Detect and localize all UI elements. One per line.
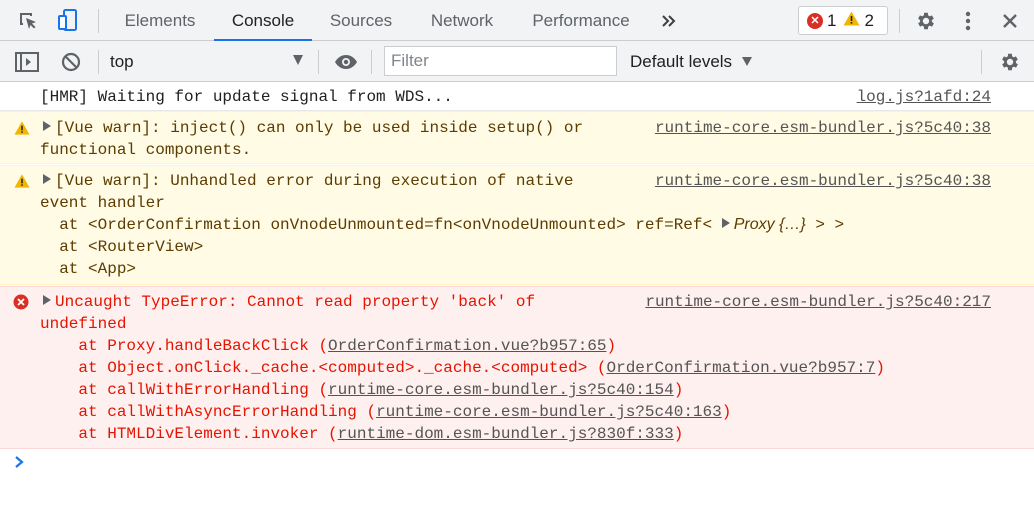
warning-count: 2	[864, 10, 874, 30]
tab-sources[interactable]: Sources	[318, 0, 404, 41]
inspect-element-icon[interactable]	[15, 8, 41, 34]
stack-frame-link[interactable]: OrderConfirmation.vue?b957:65	[328, 337, 606, 355]
console-prompt-chevron-icon[interactable]	[14, 455, 26, 469]
device-toolbar-icon[interactable]	[55, 8, 81, 34]
clear-console-icon[interactable]	[58, 49, 84, 75]
filter-input[interactable]	[384, 46, 617, 76]
component-trace-line: at <OrderConfirmation onVnodeUnmounted=f…	[40, 214, 844, 236]
more-options-kebab-icon[interactable]	[955, 8, 981, 34]
console-settings-gear-icon[interactable]	[997, 49, 1023, 75]
toolbar-divider	[98, 50, 99, 74]
stack-frame-link[interactable]: runtime-core.esm-bundler.js?5c40:163	[376, 403, 722, 421]
source-link[interactable]: runtime-core.esm-bundler.js?5c40:38	[655, 117, 991, 139]
trace-text: > >	[805, 216, 845, 234]
trace-text: at <OrderConfirmation onVnodeUnmounted=f…	[40, 216, 722, 234]
warning-text-cont: functional components.	[40, 141, 252, 159]
component-trace-line: at <App>	[40, 260, 137, 278]
error-text: Uncaught TypeError: Cannot read property…	[55, 293, 536, 311]
tab-network[interactable]: Network	[414, 0, 510, 41]
stack-frame: at callWithErrorHandling (runtime-core.e…	[40, 381, 684, 399]
stack-frame-link[interactable]: OrderConfirmation.vue?b957:7	[607, 359, 876, 377]
log-text: [HMR] Waiting for update signal from WDS…	[40, 88, 453, 106]
source-link[interactable]: runtime-core.esm-bundler.js?5c40:38	[655, 170, 991, 192]
stack-frame: at Proxy.handleBackClick (OrderConfirmat…	[40, 337, 617, 355]
show-sidebar-icon[interactable]	[14, 49, 40, 75]
stack-frame: at Object.onClick._cache.<computed>._cac…	[40, 359, 885, 377]
error-text-cont: undefined	[40, 315, 127, 333]
console-message-warning: [Vue warn]: Unhandled error during execu…	[0, 165, 1034, 285]
error-count: 1	[827, 10, 837, 30]
tab-console[interactable]: Console	[214, 0, 312, 41]
toolbar-divider	[371, 50, 372, 74]
error-icon	[13, 294, 29, 310]
warning-icon	[14, 174, 30, 188]
proxy-object-preview[interactable]: Proxy {…}	[734, 216, 806, 233]
more-tabs-chevron-icon[interactable]	[656, 8, 682, 34]
context-selector[interactable]: top	[110, 41, 134, 82]
context-dropdown-arrow-icon[interactable]	[293, 55, 303, 65]
warning-text: [Vue warn]: inject() can only be used in…	[55, 119, 584, 137]
toolbar-divider	[981, 50, 982, 74]
console-toolbar: top Default levels	[0, 41, 1034, 82]
expand-caret-icon[interactable]	[43, 295, 51, 305]
toolbar-divider	[98, 9, 99, 33]
toolbar-divider	[899, 9, 900, 33]
expand-caret-icon[interactable]	[43, 121, 51, 131]
toolbar-divider	[318, 50, 319, 74]
warning-icon	[14, 121, 30, 135]
error-count-icon: ✕	[807, 12, 823, 29]
expand-proxy-caret-icon[interactable]	[721, 218, 730, 228]
issue-counts-badge[interactable]: ✕ 1 2	[798, 6, 888, 35]
component-trace-line: at <RouterView>	[40, 238, 204, 256]
console-message-warning: [Vue warn]: inject() can only be used in…	[0, 111, 1034, 164]
console-message-error: Uncaught TypeError: Cannot read property…	[0, 286, 1034, 449]
devtools-tab-bar: Elements Console Sources Network Perform…	[0, 0, 1034, 41]
levels-dropdown-arrow-icon[interactable]	[742, 57, 752, 66]
warning-count-icon	[843, 11, 860, 31]
warning-text-cont: event handler	[40, 194, 165, 212]
tab-elements[interactable]: Elements	[112, 0, 208, 41]
log-levels-dropdown[interactable]: Default levels	[630, 41, 732, 82]
live-expression-eye-icon[interactable]	[333, 49, 359, 75]
console-messages: [HMR] Waiting for update signal from WDS…	[0, 83, 1034, 523]
close-devtools-icon[interactable]	[997, 8, 1023, 34]
expand-caret-icon[interactable]	[43, 174, 51, 184]
warning-text: [Vue warn]: Unhandled error during execu…	[55, 172, 574, 190]
stack-frame-link[interactable]: runtime-core.esm-bundler.js?5c40:154	[328, 381, 674, 399]
source-link[interactable]: log.js?1afd:24	[857, 86, 991, 108]
source-link[interactable]: runtime-core.esm-bundler.js?5c40:217	[645, 291, 991, 313]
console-message-log: [HMR] Waiting for update signal from WDS…	[0, 83, 1034, 111]
stack-frame: at callWithAsyncErrorHandling (runtime-c…	[40, 403, 732, 421]
tab-performance[interactable]: Performance	[518, 0, 644, 41]
stack-frame: at HTMLDivElement.invoker (runtime-dom.e…	[40, 425, 684, 443]
stack-frame-link[interactable]: runtime-dom.esm-bundler.js?830f:333	[338, 425, 674, 443]
settings-gear-icon[interactable]	[913, 8, 939, 34]
